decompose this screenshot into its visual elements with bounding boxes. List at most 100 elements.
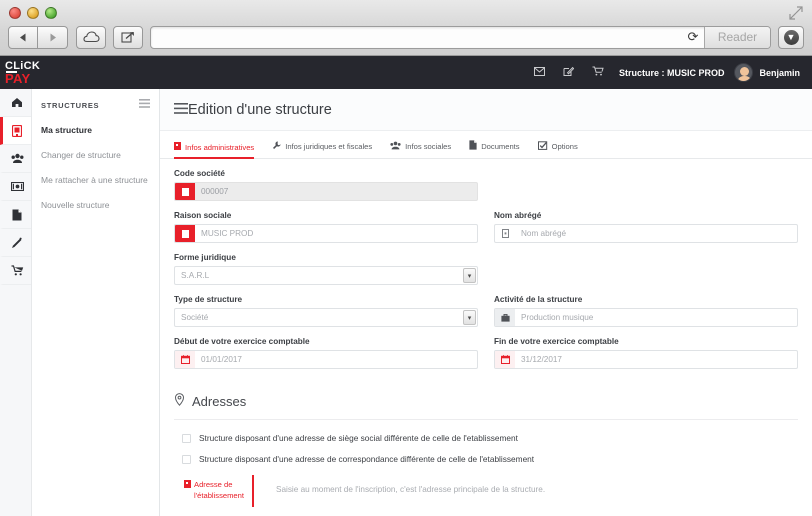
tab-documents[interactable]: Documents [469, 140, 528, 158]
tab-infos-juridiques[interactable]: Infos juridiques et fiscales [272, 141, 381, 158]
form-row-raison-sociale: Raison sociale MUSIC PROD Nom abrégé Nom… [174, 211, 798, 243]
checkbox[interactable] [182, 433, 191, 443]
field-code-societe: Code société 000007 [174, 169, 478, 201]
logo-line-1: CLiCK [5, 59, 41, 72]
form-row-code-societe: Code société 000007 [174, 169, 798, 201]
rail-item-documents[interactable] [0, 201, 31, 229]
field-value: MUSIC PROD [201, 229, 254, 238]
check-square-icon [537, 141, 548, 152]
form-spacer [494, 169, 798, 201]
field-placeholder: Nom abrégé [521, 229, 567, 238]
tab-bar: Infos administratives Infos juridiques e… [160, 131, 812, 159]
app-header: CLiCK PAY Structure : MUSIC PROD Benjami… [0, 56, 812, 89]
building-icon [175, 225, 195, 242]
maximize-window-button[interactable] [45, 7, 57, 19]
field-label: Début de votre exercice comptable [174, 337, 310, 346]
form-row-forme-juridique: Forme juridique S.A.R.L ▾ [174, 253, 798, 285]
browser-toolbar: ⟳ Reader ▼ [8, 24, 804, 50]
edit-square-icon[interactable] [554, 66, 583, 80]
tab-label: Infos sociales [405, 142, 452, 151]
forward-arrow-icon[interactable] [38, 25, 68, 49]
url-input[interactable] [151, 31, 682, 43]
rail-item-cart[interactable] [0, 257, 31, 285]
address-bar[interactable]: ⟳ Reader [150, 25, 771, 49]
field-value: 01/01/2017 [201, 355, 242, 364]
map-pin-icon [174, 393, 185, 409]
adresses-heading: Adresses [174, 393, 798, 419]
checkbox-label: Structure disposant d'une adresse de siè… [199, 433, 518, 443]
rail-item-tools[interactable] [0, 229, 31, 257]
content-area: Edition d'une structure Infos administra… [160, 89, 812, 516]
field-debut-exercice: Début de votre exercice comptable 01/01/… [174, 337, 478, 369]
tab-label: Documents [481, 141, 520, 151]
address-tab-etablissement[interactable]: Adresse de l'établissement [182, 475, 254, 507]
reload-icon[interactable]: ⟳ [682, 29, 704, 45]
current-structure-label[interactable]: Structure : MUSIC PROD [613, 68, 735, 78]
forme-juridique-select[interactable]: S.A.R.L ▾ [174, 266, 478, 285]
minimize-window-button[interactable] [27, 7, 39, 19]
browser-chrome: ⟳ Reader ▼ [0, 0, 812, 56]
code-societe-input: 000007 [174, 182, 478, 201]
tab-infos-sociales[interactable]: Infos sociales [390, 141, 460, 158]
avatar[interactable] [734, 63, 754, 82]
raison-sociale-input[interactable]: MUSIC PROD [174, 224, 478, 243]
structure-form: Code société 000007 Raison sociale MUSIC… [160, 159, 812, 369]
calendar-icon[interactable] [495, 351, 515, 368]
calendar-icon[interactable] [175, 351, 195, 368]
building-icon [174, 142, 181, 152]
field-label: Fin de votre exercice comptable [494, 337, 619, 346]
field-raison-sociale: Raison sociale MUSIC PROD [174, 211, 478, 243]
building-icon [184, 480, 191, 491]
tab-infos-administratives[interactable]: Infos administratives [174, 142, 263, 159]
rail-item-structures[interactable] [0, 117, 31, 145]
type-structure-select[interactable]: Société ▾ [174, 308, 478, 327]
rail-item-users[interactable] [0, 145, 31, 173]
activite-input[interactable]: Production musique [494, 308, 798, 327]
page-title: Edition d'une structure [188, 101, 332, 118]
sidebar-item-nouvelle-structure[interactable]: Nouvelle structure [32, 192, 159, 217]
address-hint: Saisie au moment de l'inscription, c'est… [276, 485, 546, 494]
field-label: Raison sociale [174, 211, 232, 220]
hamburger-icon[interactable] [174, 101, 188, 119]
field-value: Production musique [521, 313, 594, 322]
users-group-icon [390, 141, 401, 152]
hamburger-icon[interactable] [139, 99, 150, 111]
checkbox-correspondance[interactable]: Structure disposant d'une adresse de cor… [174, 454, 798, 464]
envelope-icon[interactable] [525, 66, 554, 79]
tab-label: Options [551, 142, 578, 151]
briefcase-icon [495, 309, 515, 326]
sidebar-item-changer-de-structure[interactable]: Changer de structure [32, 142, 159, 167]
chevron-down-icon[interactable]: ▾ [463, 310, 476, 325]
cart-icon[interactable] [583, 66, 613, 79]
reader-button[interactable]: Reader [704, 26, 770, 48]
rail-item-home[interactable] [0, 89, 31, 117]
checkbox-siege-social[interactable]: Structure disposant d'une adresse de siè… [174, 433, 798, 443]
share-icon[interactable] [113, 25, 143, 49]
field-label: Type de structure [174, 295, 243, 304]
fullscreen-icon[interactable] [788, 5, 804, 21]
fin-exercice-input[interactable]: 31/12/2017 [494, 350, 798, 369]
rail-item-finance[interactable] [0, 173, 31, 201]
nav-buttons [8, 25, 68, 49]
nom-abrege-input[interactable]: Nom abrégé [494, 224, 798, 243]
sidebar-item-ma-structure[interactable]: Ma structure [32, 117, 159, 142]
avatar-head [740, 67, 750, 76]
checkbox[interactable] [182, 454, 191, 464]
close-window-button[interactable] [9, 7, 21, 19]
form-spacer [494, 253, 798, 285]
tab-options[interactable]: Options [537, 141, 587, 158]
back-arrow-icon[interactable] [8, 25, 38, 49]
address-tab-bar: Adresse de l'établissement Saisie au mom… [174, 475, 798, 507]
app-logo[interactable]: CLiCK PAY [5, 59, 41, 85]
tab-label: Infos juridiques et fiscales [285, 142, 373, 151]
field-label: Forme juridique [174, 253, 236, 262]
downloads-button[interactable]: ▼ [778, 25, 804, 49]
username-label[interactable]: Benjamin [759, 68, 804, 78]
form-row-type-structure: Type de structure Société ▾ Activité de … [174, 295, 798, 327]
icloud-icon[interactable] [76, 25, 106, 49]
select-value: Société [181, 313, 209, 322]
field-value: 000007 [201, 187, 229, 196]
debut-exercice-input[interactable]: 01/01/2017 [174, 350, 478, 369]
chevron-down-icon[interactable]: ▾ [463, 268, 476, 283]
sidebar-item-me-rattacher[interactable]: Me rattacher à une structure [32, 167, 159, 192]
